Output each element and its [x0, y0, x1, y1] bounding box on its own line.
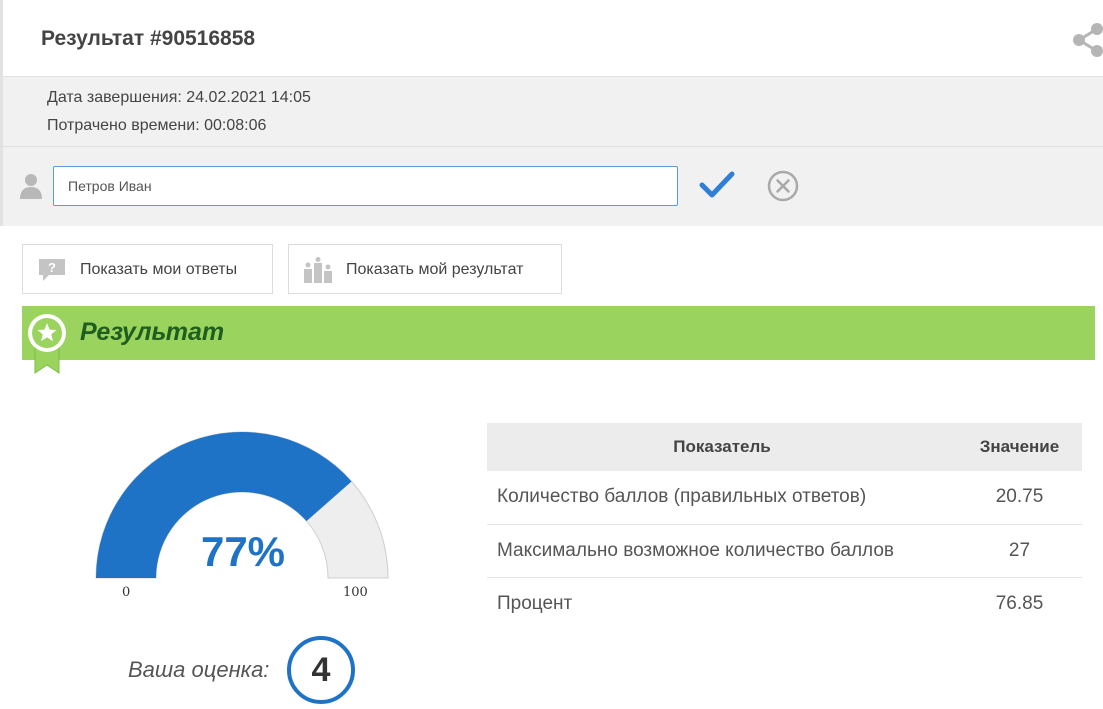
award-ribbon-icon: [28, 314, 66, 374]
result-meta: Дата завершения: 24.02.2021 14:05 Потрач…: [0, 77, 1103, 147]
check-icon[interactable]: [699, 169, 735, 201]
grade-badge: 4: [287, 636, 355, 704]
row-indicator: Процент: [497, 592, 573, 614]
row-indicator: Количество баллов (правильных ответов): [487, 471, 957, 525]
completion-date-label: Дата завершения:: [47, 89, 182, 106]
result-title: Результат: [80, 318, 225, 346]
row-value: 27: [957, 524, 1082, 578]
row-indicator: Максимально возможное количество баллов: [487, 524, 957, 578]
gauge-percent: 77%: [200, 528, 286, 575]
score-gauge: [95, 431, 389, 579]
page-title: Результат #90516858: [41, 27, 256, 50]
name-input[interactable]: [53, 166, 678, 206]
table-header-row: Показатель Значение: [487, 423, 1082, 471]
column-header-value: Значение: [957, 423, 1082, 471]
show-answers-label: Показать мои ответы: [80, 261, 238, 278]
header: Результат #90516858: [0, 0, 1103, 77]
name-row: [0, 147, 1103, 226]
result-page: Результат #90516858 Дата завершения: 24.…: [0, 0, 1103, 709]
table-row: Процент 76.85: [487, 577, 1082, 630]
question-bubble-icon: ?: [39, 259, 65, 281]
share-icon[interactable]: [1071, 22, 1103, 58]
gauge-min-label: 0: [122, 585, 131, 600]
table-row: Количество баллов (правильных ответов) 2…: [487, 471, 1082, 525]
show-answers-button[interactable]: ? Показать мои ответы: [22, 244, 273, 294]
grade-label: Ваша оценка:: [128, 657, 270, 682]
completion-date-value: 24.02.2021 14:05: [186, 89, 311, 106]
column-header-indicator: Показатель: [487, 423, 957, 471]
row-value: 76.85: [995, 592, 1044, 614]
svg-text:?: ?: [48, 260, 56, 275]
cancel-icon[interactable]: [766, 169, 800, 203]
time-spent-value: 00:08:06: [204, 117, 267, 134]
completion-date: Дата завершения: 24.02.2021 14:05: [47, 89, 311, 107]
table-row: Максимально возможное количество баллов …: [487, 524, 1082, 578]
podium-icon: [304, 257, 332, 283]
show-result-label: Показать мой результат: [346, 261, 524, 278]
time-spent: Потрачено времени: 00:08:06: [47, 117, 266, 135]
results-table: Показатель Значение Количество баллов (п…: [487, 423, 1082, 630]
user-icon: [20, 174, 42, 199]
gauge-max-label: 100: [343, 585, 368, 600]
time-spent-label: Потрачено времени:: [47, 117, 200, 134]
row-value: 20.75: [957, 471, 1082, 525]
show-result-button[interactable]: Показать мой результат: [288, 244, 562, 294]
